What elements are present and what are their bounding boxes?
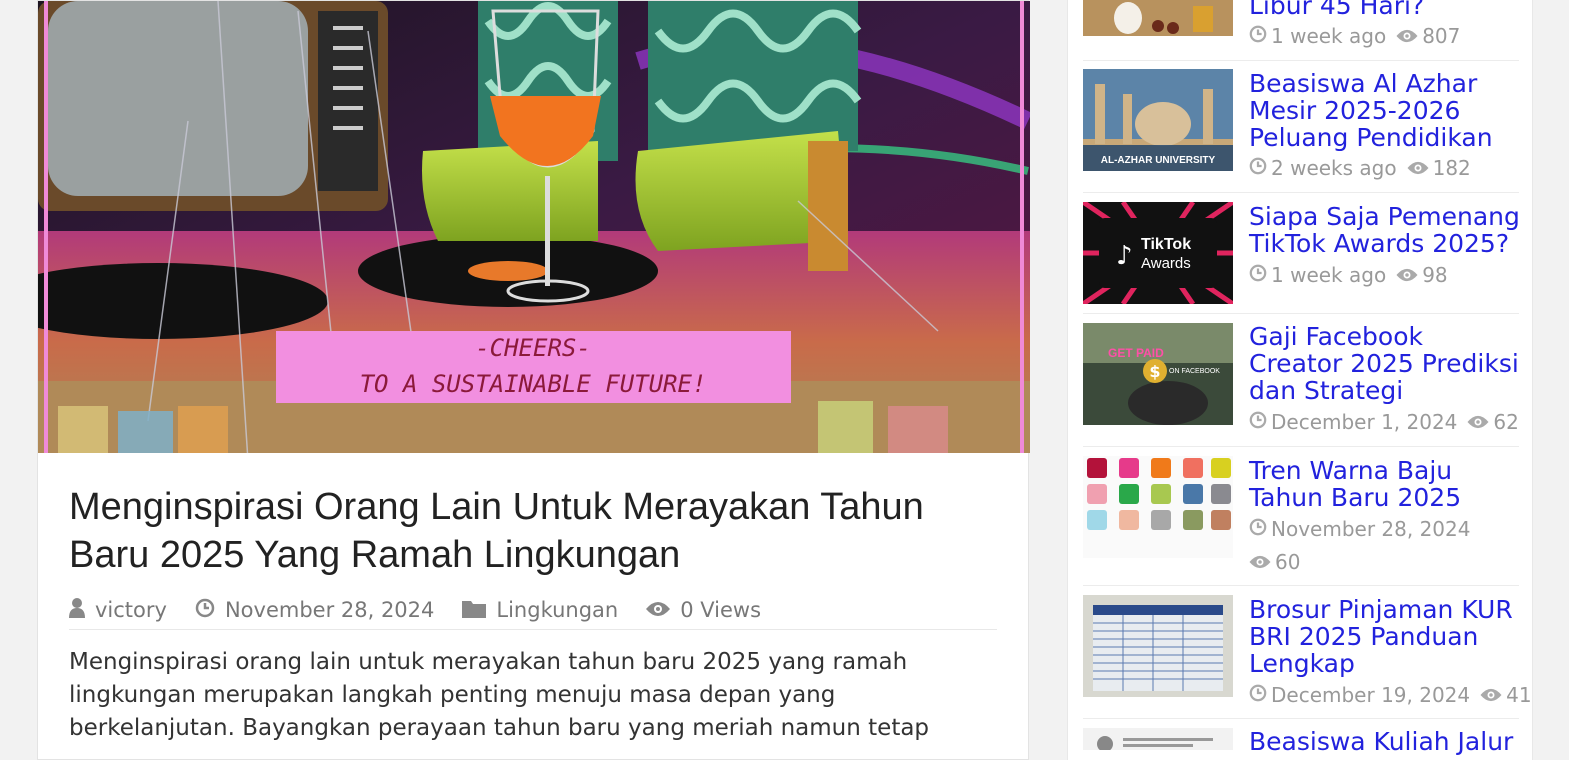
post-date-text: November 28, 2024 <box>224 598 435 622</box>
sidebar-item[interactable]: Beasiswa Kuliah Jalur <box>1083 719 1519 759</box>
thumb-caption-2: Awards <box>1141 255 1191 272</box>
sidebar-item[interactable]: Libur 45 Hari? 1 week ago 807 <box>1083 0 1519 61</box>
sidebar-item-title[interactable]: Siapa Saja Pemenang TikTok Awards 2025? <box>1249 203 1521 257</box>
eye-icon <box>1480 683 1502 707</box>
sidebar-item[interactable]: $ GET PAID ON FACEBOOK Gaji Facebook Cre… <box>1083 314 1519 447</box>
sidebar-item-views: 182 <box>1432 156 1471 180</box>
clock-icon <box>1249 517 1267 541</box>
thumb-caption-1: TikTok <box>1141 236 1191 253</box>
sidebar-item-title[interactable]: Gaji Facebook Creator 2025 Prediksi dan … <box>1249 323 1521 404</box>
sidebar-item[interactable]: AL-AZHAR UNIVERSITY Beasiswa Al Azhar Me… <box>1083 60 1519 193</box>
eye-icon <box>1396 263 1418 287</box>
sidebar-thumb[interactable] <box>1083 0 1233 36</box>
sidebar-item-title[interactable]: Brosur Pinjaman KUR BRI 2025 Panduan Len… <box>1249 596 1521 677</box>
post-views: 0 Views <box>646 598 761 622</box>
clock-icon <box>1249 683 1267 707</box>
eye-icon <box>1467 410 1489 434</box>
sidebar-thumb[interactable] <box>1083 595 1233 697</box>
post-author[interactable]: victory <box>69 597 167 623</box>
clock-icon <box>195 598 215 623</box>
sidebar-item-meta-views: 60 <box>1249 550 1300 574</box>
svg-text:♪: ♪ <box>1116 241 1133 271</box>
sidebar-thumb[interactable]: AL-AZHAR UNIVERSITY <box>1083 69 1233 171</box>
sidebar-thumb[interactable]: ♪ TikTok Awards <box>1083 202 1233 304</box>
folder-icon <box>462 598 487 623</box>
sidebar-item-title[interactable]: Beasiswa Kuliah Jalur <box>1249 728 1521 755</box>
sidebar-item-title[interactable]: Libur 45 Hari? <box>1249 0 1521 19</box>
eye-icon <box>1396 24 1418 48</box>
eye-icon <box>1249 550 1271 574</box>
eye-icon <box>646 598 671 622</box>
thumb-caption: AL-AZHAR UNIVERSITY <box>1101 155 1216 166</box>
sidebar-item-meta: 1 week ago 807 <box>1249 24 1460 48</box>
sidebar-item-date: 2 weeks ago <box>1271 156 1397 180</box>
post-category-text: Lingkungan <box>496 598 619 622</box>
sign-line-2: TO A SUSTAINABLE FUTURE! <box>360 370 707 398</box>
sidebar-thumb[interactable]: $ GET PAID ON FACEBOOK <box>1083 323 1233 425</box>
sidebar-item-date: December 19, 2024 <box>1271 683 1471 707</box>
clock-icon <box>1249 410 1267 434</box>
sidebar-item-meta: November 28, 2024 <box>1249 517 1470 541</box>
sidebar-thumb[interactable] <box>1083 728 1233 750</box>
user-icon <box>69 597 85 623</box>
clock-icon <box>1249 24 1267 48</box>
post-author-name: victory <box>95 598 167 622</box>
thumb-caption-2: ON FACEBOOK <box>1169 368 1220 375</box>
thumb-caption-1: GET PAID <box>1108 346 1164 360</box>
sidebar-item-views: 62 <box>1493 410 1519 434</box>
sidebar-item-date: November 28, 2024 <box>1271 517 1471 541</box>
post-category[interactable]: Lingkungan <box>462 598 618 623</box>
sidebar-recent-posts: Libur 45 Hari? 1 week ago 807 AL-AZHAR U… <box>1067 0 1533 760</box>
sidebar-item-meta: 2 weeks ago 182 <box>1249 156 1471 180</box>
sidebar-item-meta: December 1, 2024 62 <box>1249 410 1519 434</box>
clock-icon <box>1249 263 1267 287</box>
post-excerpt: Menginspirasi orang lain untuk merayakan… <box>69 649 930 741</box>
sidebar-item-meta: 1 week ago 98 <box>1249 263 1448 287</box>
post-meta: victory November 28, 2024 Lingkungan 0 V… <box>69 591 997 630</box>
clock-icon <box>1249 156 1267 180</box>
sidebar-item-views: 807 <box>1422 24 1461 48</box>
post-date: November 28, 2024 <box>195 598 434 623</box>
sidebar-item-meta: December 19, 2024 41 <box>1249 683 1532 707</box>
sidebar-thumb[interactable] <box>1083 456 1233 558</box>
article-card: -CHEERS- TO A SUSTAINABLE FUTURE! Mengin… <box>37 0 1030 760</box>
sidebar-item[interactable]: Brosur Pinjaman KUR BRI 2025 Panduan Len… <box>1083 586 1532 719</box>
sidebar-item[interactable]: ♪ TikTok Awards Siapa Saja Pemenang TikT… <box>1083 193 1521 314</box>
sidebar-item-date: 1 week ago <box>1271 263 1387 287</box>
eye-icon <box>1407 156 1429 180</box>
post-title[interactable]: Menginspirasi Orang Lain Untuk Merayakan… <box>69 483 969 579</box>
sidebar-item-date: 1 week ago <box>1271 24 1387 48</box>
sidebar-item-date: December 1, 2024 <box>1271 410 1458 434</box>
sidebar-item-title[interactable]: Beasiswa Al Azhar Mesir 2025-2026 Peluan… <box>1249 70 1521 151</box>
hero-image[interactable]: -CHEERS- TO A SUSTAINABLE FUTURE! <box>38 1 1030 453</box>
sidebar-item-title[interactable]: Tren Warna Baju Tahun Baru 2025 <box>1249 457 1521 511</box>
sidebar-item-views: 98 <box>1422 263 1448 287</box>
sidebar-item[interactable]: Tren Warna Baju Tahun Baru 2025 November… <box>1083 447 1519 586</box>
sidebar-item-views: 41 <box>1506 683 1532 707</box>
post-views-text: 0 Views <box>680 598 762 622</box>
sign-line-1: -CHEERS- <box>475 334 591 362</box>
svg-text:$: $ <box>1149 362 1160 381</box>
sidebar-item-views: 60 <box>1275 550 1301 574</box>
